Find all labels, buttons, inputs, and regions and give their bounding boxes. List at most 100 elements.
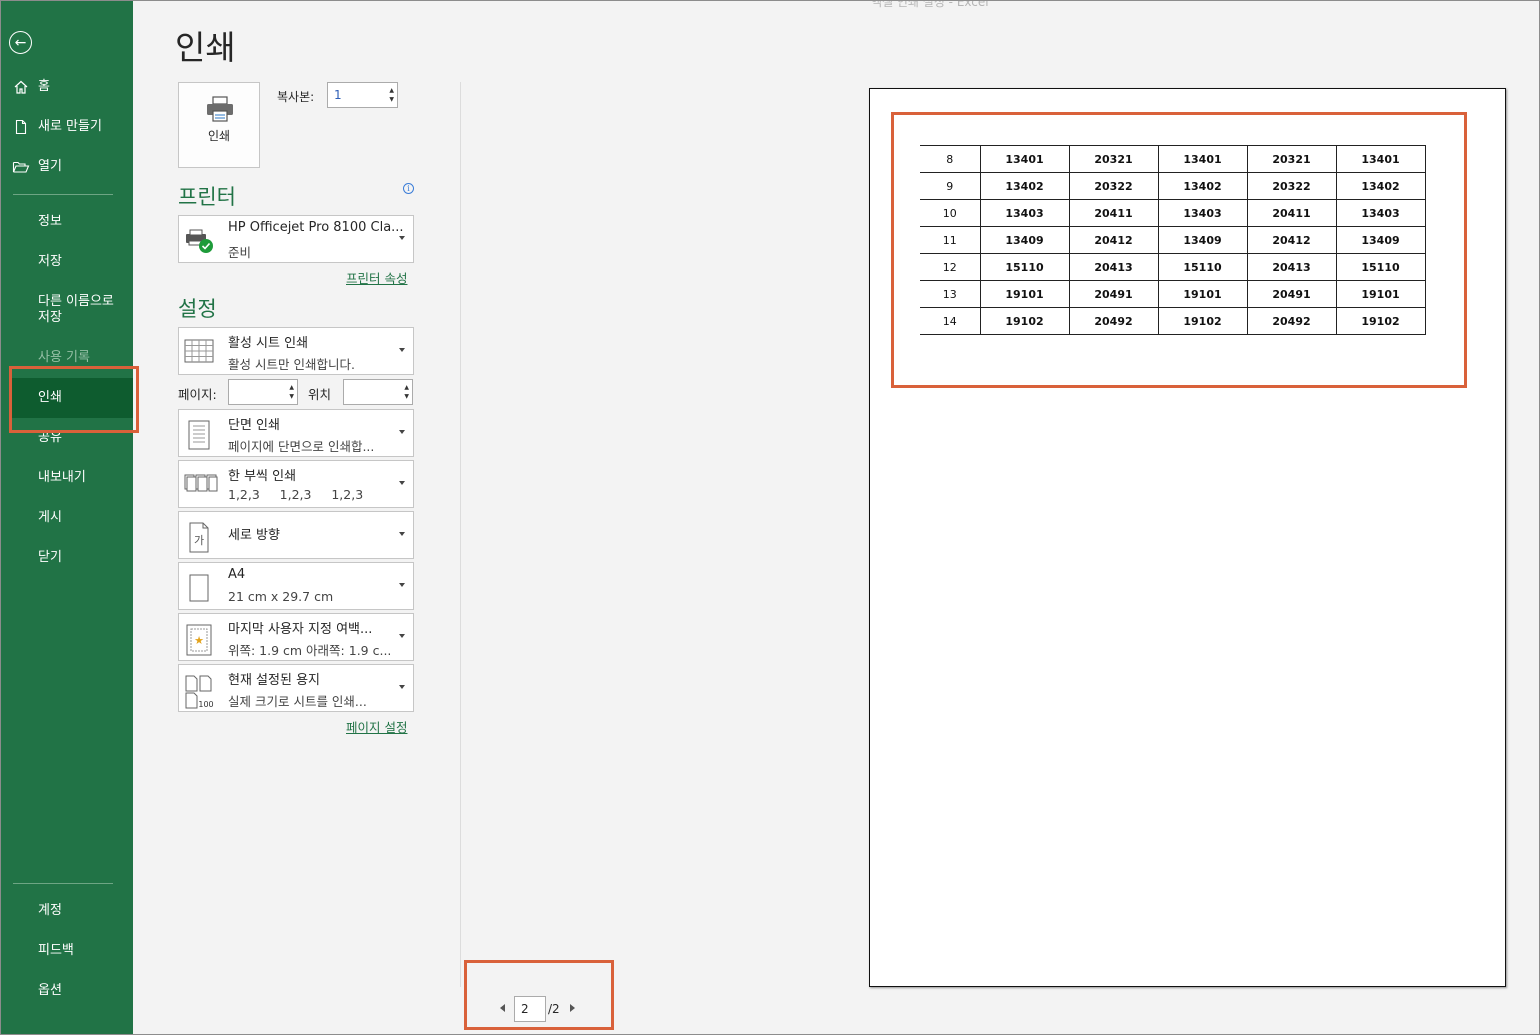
copies-stepper[interactable]: 1 ▲ ▼ xyxy=(327,82,398,108)
table-cell: 13403 xyxy=(979,199,1070,227)
table-cell: 13401 xyxy=(979,145,1070,173)
print-button-label: 인쇄 xyxy=(207,129,231,143)
new-document-icon xyxy=(12,118,30,136)
open-folder-icon xyxy=(12,158,30,176)
pages-to-input[interactable]: ▲ ▼ xyxy=(343,379,413,405)
table-cell: 19101 xyxy=(1157,280,1248,308)
table-cell: 15110 xyxy=(1335,253,1426,281)
table-cell: 13409 xyxy=(979,226,1070,254)
nav-label: 다른 이름으로 저장 xyxy=(38,294,114,326)
page-setup-link[interactable]: 페이지 설정 xyxy=(346,717,407,736)
collate-dropdown[interactable]: 한 부씩 인쇄 1,2,3 1,2,3 1,2,3 xyxy=(178,460,414,508)
nav-label: 게시 xyxy=(38,510,62,525)
collated-icon xyxy=(184,471,218,501)
total-pages: /2 xyxy=(548,1002,560,1016)
nav-label: 계정 xyxy=(38,903,62,918)
settings-section-header: 설정 xyxy=(178,297,217,321)
pages-from-input[interactable]: ▲ ▼ xyxy=(228,379,298,405)
back-arrow-icon[interactable]: ← xyxy=(9,31,32,54)
table-row: 11 13409 20412 13409 20412 13409 xyxy=(920,226,1426,254)
backstage-nav: ← 홈 새로 만들기 열기 정보 저장 다른 이름으로 저장 사용 기록 인쇄 … xyxy=(1,1,133,1034)
sheet-grid-icon xyxy=(184,338,214,368)
table-row: 8 13401 20321 13401 20321 13401 xyxy=(920,145,1426,173)
table-cell: 20322 xyxy=(1068,172,1159,200)
stepper-arrows-icon[interactable]: ▲ ▼ xyxy=(404,383,409,401)
sides-dropdown[interactable]: 단면 인쇄 페이지에 단면으로 인쇄합... xyxy=(178,409,414,457)
row-number-cell: 14 xyxy=(920,307,981,335)
current-page-input[interactable]: 2 xyxy=(514,996,546,1022)
table-cell: 20491 xyxy=(1246,280,1337,308)
orientation-label: 세로 방향 xyxy=(228,528,280,543)
info-icon[interactable]: i xyxy=(403,183,414,194)
nav-label: 닫기 xyxy=(38,550,62,565)
table-row: 12 15110 20413 15110 20413 15110 xyxy=(920,253,1426,281)
margins-dropdown[interactable]: ★ 마지막 사용자 지정 여백... 위쪽: 1.9 cm 아래쪽: 1.9 c… xyxy=(178,613,414,661)
portrait-orientation-icon: 가 xyxy=(184,522,214,553)
sides-description: 페이지에 단면으로 인쇄합... xyxy=(228,439,375,454)
svg-text:★: ★ xyxy=(194,634,204,647)
nav-label: 공유 xyxy=(38,430,62,445)
collate-label: 한 부씩 인쇄 xyxy=(228,469,297,484)
orientation-dropdown[interactable]: 가 세로 방향 xyxy=(178,511,414,559)
chevron-down-icon xyxy=(399,532,405,536)
scaling-description: 실제 크기로 시트를 인쇄... xyxy=(228,694,367,709)
nav-label: 인쇄 xyxy=(38,390,62,405)
pages-label: 페이지: xyxy=(178,387,217,402)
nav-divider xyxy=(13,194,113,195)
printer-section-header: 프린터 xyxy=(178,185,236,209)
printer-properties-link[interactable]: 프린터 속성 xyxy=(346,268,407,287)
custom-margins-icon: ★ xyxy=(184,624,214,656)
excel-backstage-window: 엑셀 인쇄 설정 - Excel ← 홈 새로 만들기 열기 정보 저장 다른 … xyxy=(0,0,1540,1035)
table-cell: 13409 xyxy=(1335,226,1426,254)
table-row: 14 19102 20492 19102 20492 19102 xyxy=(920,307,1426,335)
print-what-description: 활성 시트만 인쇄합니다. xyxy=(228,357,355,372)
next-page-icon[interactable] xyxy=(570,1004,575,1012)
print-button[interactable]: 인쇄 xyxy=(178,82,260,168)
chevron-down-icon xyxy=(399,481,405,485)
paper-size-dropdown[interactable]: A4 21 cm x 29.7 cm xyxy=(178,562,414,610)
table-row: 9 13402 20322 13402 20322 13402 xyxy=(920,172,1426,200)
print-what-dropdown[interactable]: 활성 시트 인쇄 활성 시트만 인쇄합니다. xyxy=(178,327,414,375)
table-cell: 20321 xyxy=(1068,145,1159,173)
nav-label: 옵션 xyxy=(38,983,62,998)
chevron-down-icon xyxy=(399,685,405,689)
nav-label: 피드백 xyxy=(38,943,74,958)
table-cell: 20413 xyxy=(1068,253,1159,281)
row-number-cell: 10 xyxy=(920,199,981,227)
printer-ready-icon xyxy=(184,226,214,256)
margins-label: 마지막 사용자 지정 여백... xyxy=(228,622,373,637)
table-cell: 19101 xyxy=(979,280,1070,308)
paper-size-description: 21 cm x 29.7 cm xyxy=(228,589,334,604)
table-cell: 20492 xyxy=(1068,307,1159,335)
nav-label: 저장 xyxy=(38,254,62,269)
one-sided-icon xyxy=(184,420,214,450)
panel-divider xyxy=(460,82,461,987)
table-cell: 20411 xyxy=(1068,199,1159,227)
pages-to-label: 위치 xyxy=(308,387,332,402)
copies-value: 1 xyxy=(334,88,342,102)
stepper-arrows-icon[interactable]: ▲ ▼ xyxy=(389,86,394,104)
printer-dropdown[interactable]: HP Officejet Pro 8100 Cla... 준비 xyxy=(178,215,414,263)
stepper-arrows-icon[interactable]: ▲ ▼ xyxy=(289,383,294,401)
table-cell: 15110 xyxy=(1157,253,1248,281)
nav-label: 정보 xyxy=(38,214,62,229)
table-cell: 19102 xyxy=(979,307,1070,335)
previous-page-icon[interactable] xyxy=(500,1004,505,1012)
table-cell: 20321 xyxy=(1246,145,1337,173)
table-cell: 20411 xyxy=(1246,199,1337,227)
scaling-dropdown[interactable]: 100 현재 설정된 용지 실제 크기로 시트를 인쇄... xyxy=(178,664,414,712)
row-number-cell: 13 xyxy=(920,280,981,308)
table-row: 13 19101 20491 19101 20491 19101 xyxy=(920,280,1426,308)
paper-size-icon xyxy=(184,573,214,603)
svg-text:100: 100 xyxy=(198,700,213,709)
printer-status: 준비 xyxy=(228,245,252,260)
nav-label: 홈 xyxy=(38,79,50,94)
table-cell: 13401 xyxy=(1335,145,1426,173)
print-what-label: 활성 시트 인쇄 xyxy=(228,336,309,351)
table-cell: 19101 xyxy=(1335,280,1426,308)
table-cell: 20413 xyxy=(1246,253,1337,281)
nav-divider xyxy=(13,883,113,884)
preview-table: 8 13401 20321 13401 20321 13401 9 13402 20322 134… xyxy=(920,145,1426,335)
page-title: 인쇄 xyxy=(175,28,236,67)
print-preview-page: 8 13401 20321 13401 20321 13401 9 13402 20322 134… xyxy=(869,88,1506,987)
